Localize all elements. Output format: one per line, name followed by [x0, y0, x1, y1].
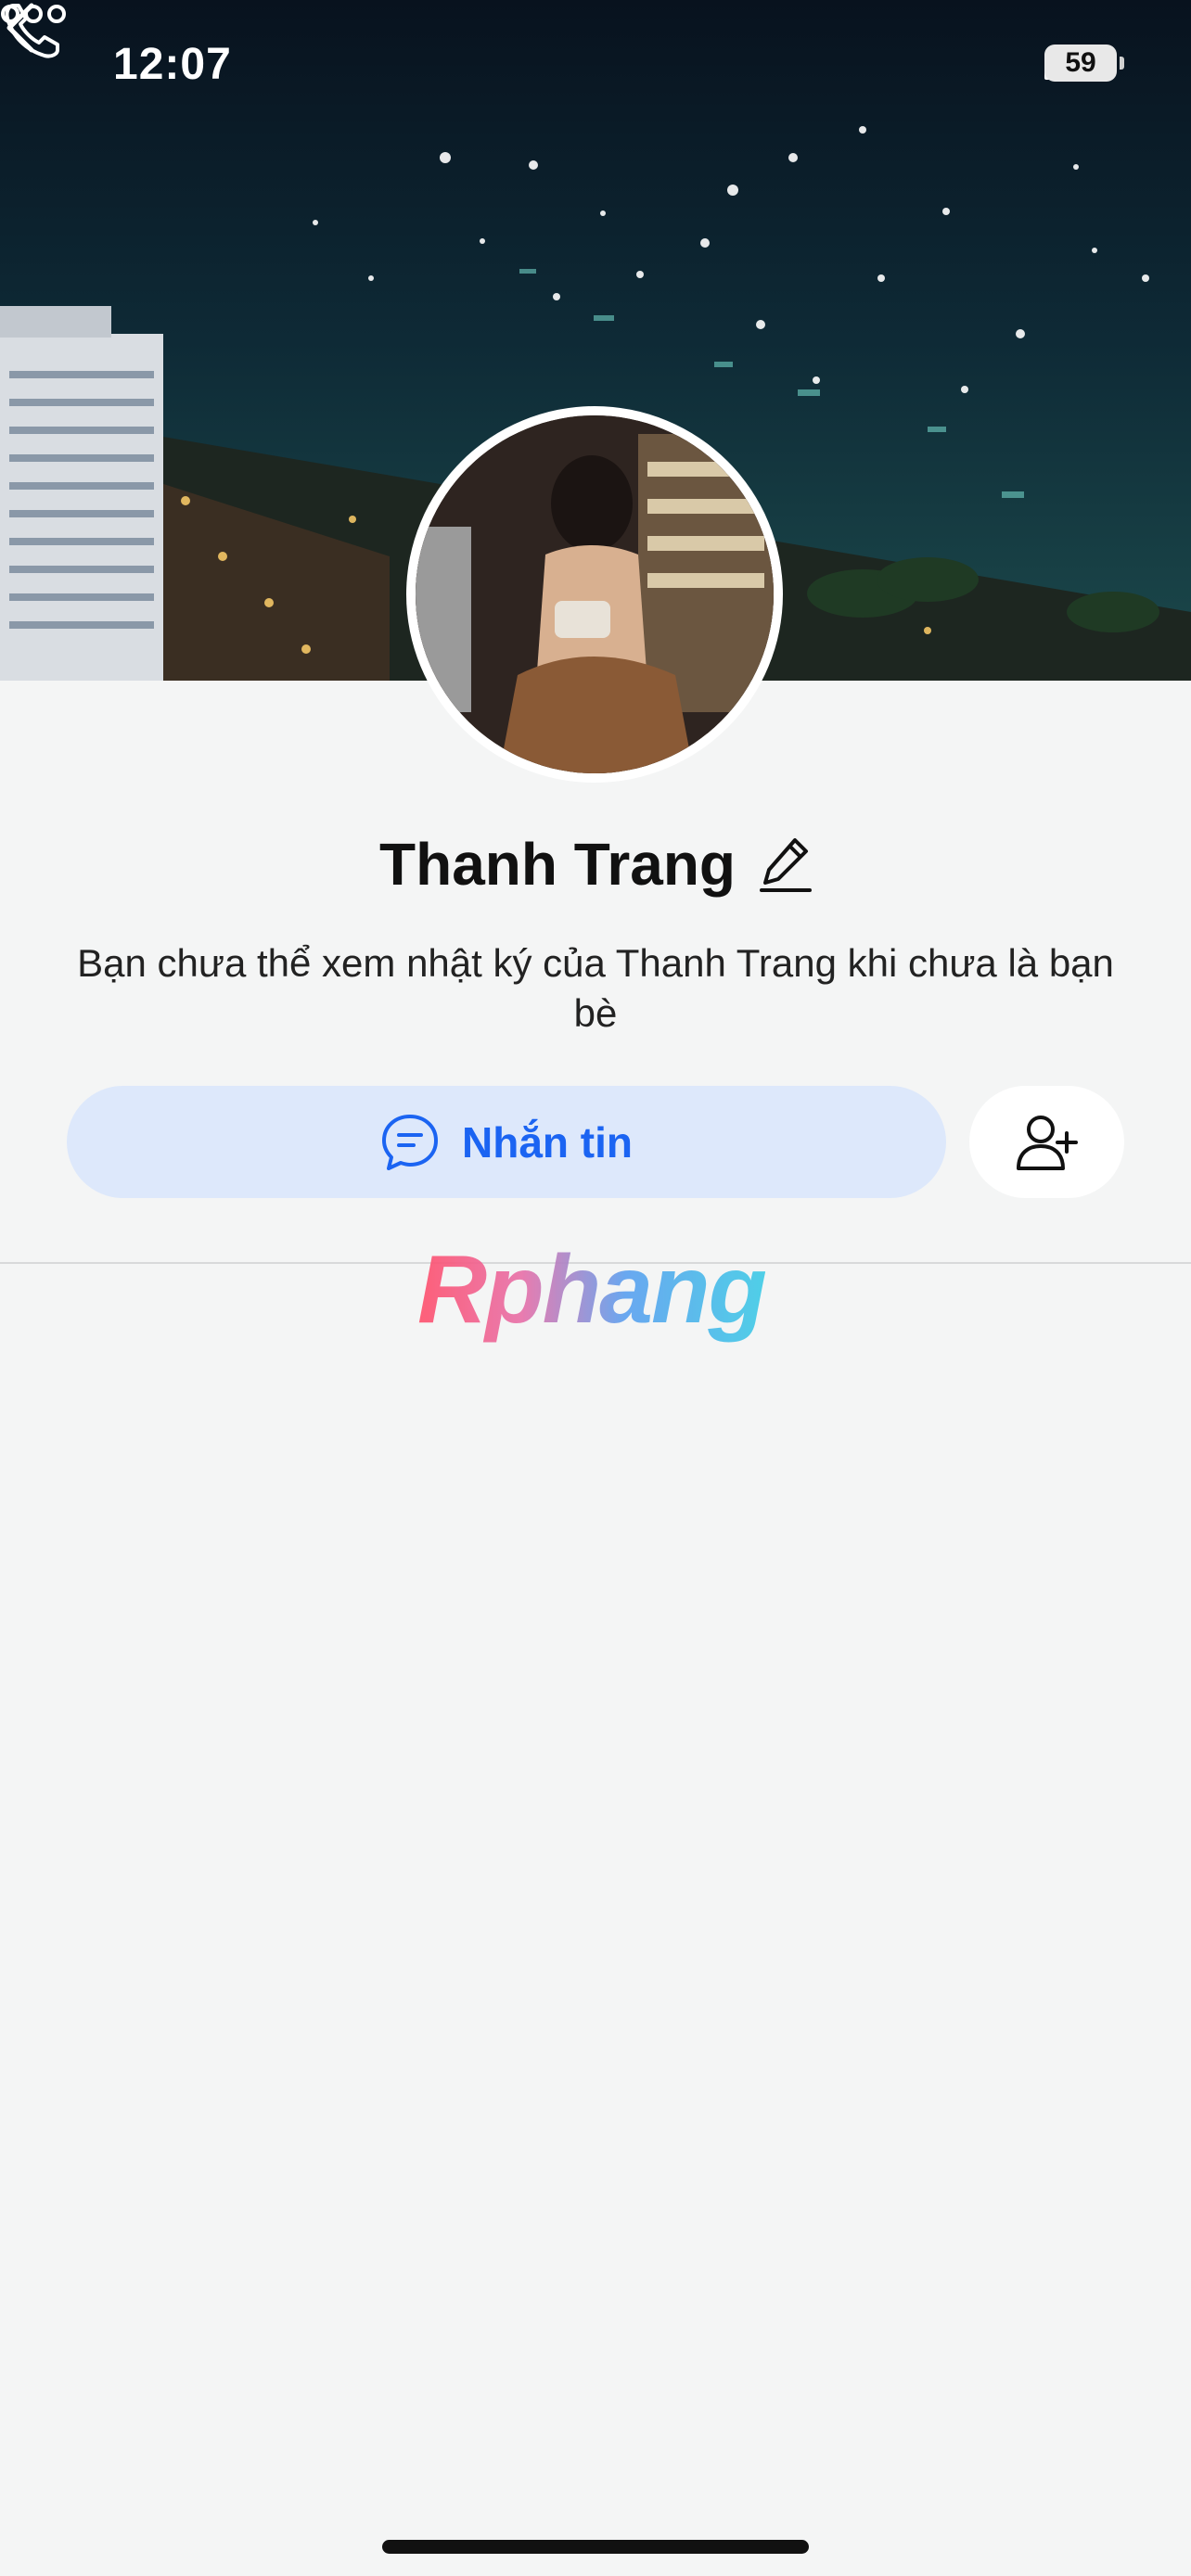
watermark-logo: Rphang — [417, 1236, 767, 1344]
battery-icon: 59 — [1044, 45, 1124, 82]
edit-icon[interactable] — [760, 835, 812, 894]
avatar-photo-image — [416, 415, 774, 773]
status-time: 12:07 — [113, 40, 232, 89]
status-indicators: 59 — [1044, 45, 1124, 82]
profile-name: Thanh Trang — [379, 831, 736, 898]
chat-icon — [382, 1114, 438, 1170]
avatar[interactable] — [406, 406, 783, 783]
profile-screen: 12:07 59 Thanh Trang Bạn chưa thể xem nh… — [0, 0, 1191, 2576]
message-button-label: Nhắn tin — [462, 1117, 633, 1167]
add-friend-button[interactable] — [969, 1086, 1124, 1198]
profile-name-row: Thanh Trang — [0, 830, 1191, 899]
home-indicator[interactable] — [382, 2540, 809, 2554]
avatar-photo — [416, 415, 774, 773]
message-button[interactable]: Nhắn tin — [67, 1086, 946, 1198]
more-icon[interactable] — [0, 0, 67, 28]
add-friend-icon — [1016, 1115, 1078, 1170]
privacy-notice: Bạn chưa thể xem nhật ký của Thanh Trang… — [77, 941, 1114, 1035]
